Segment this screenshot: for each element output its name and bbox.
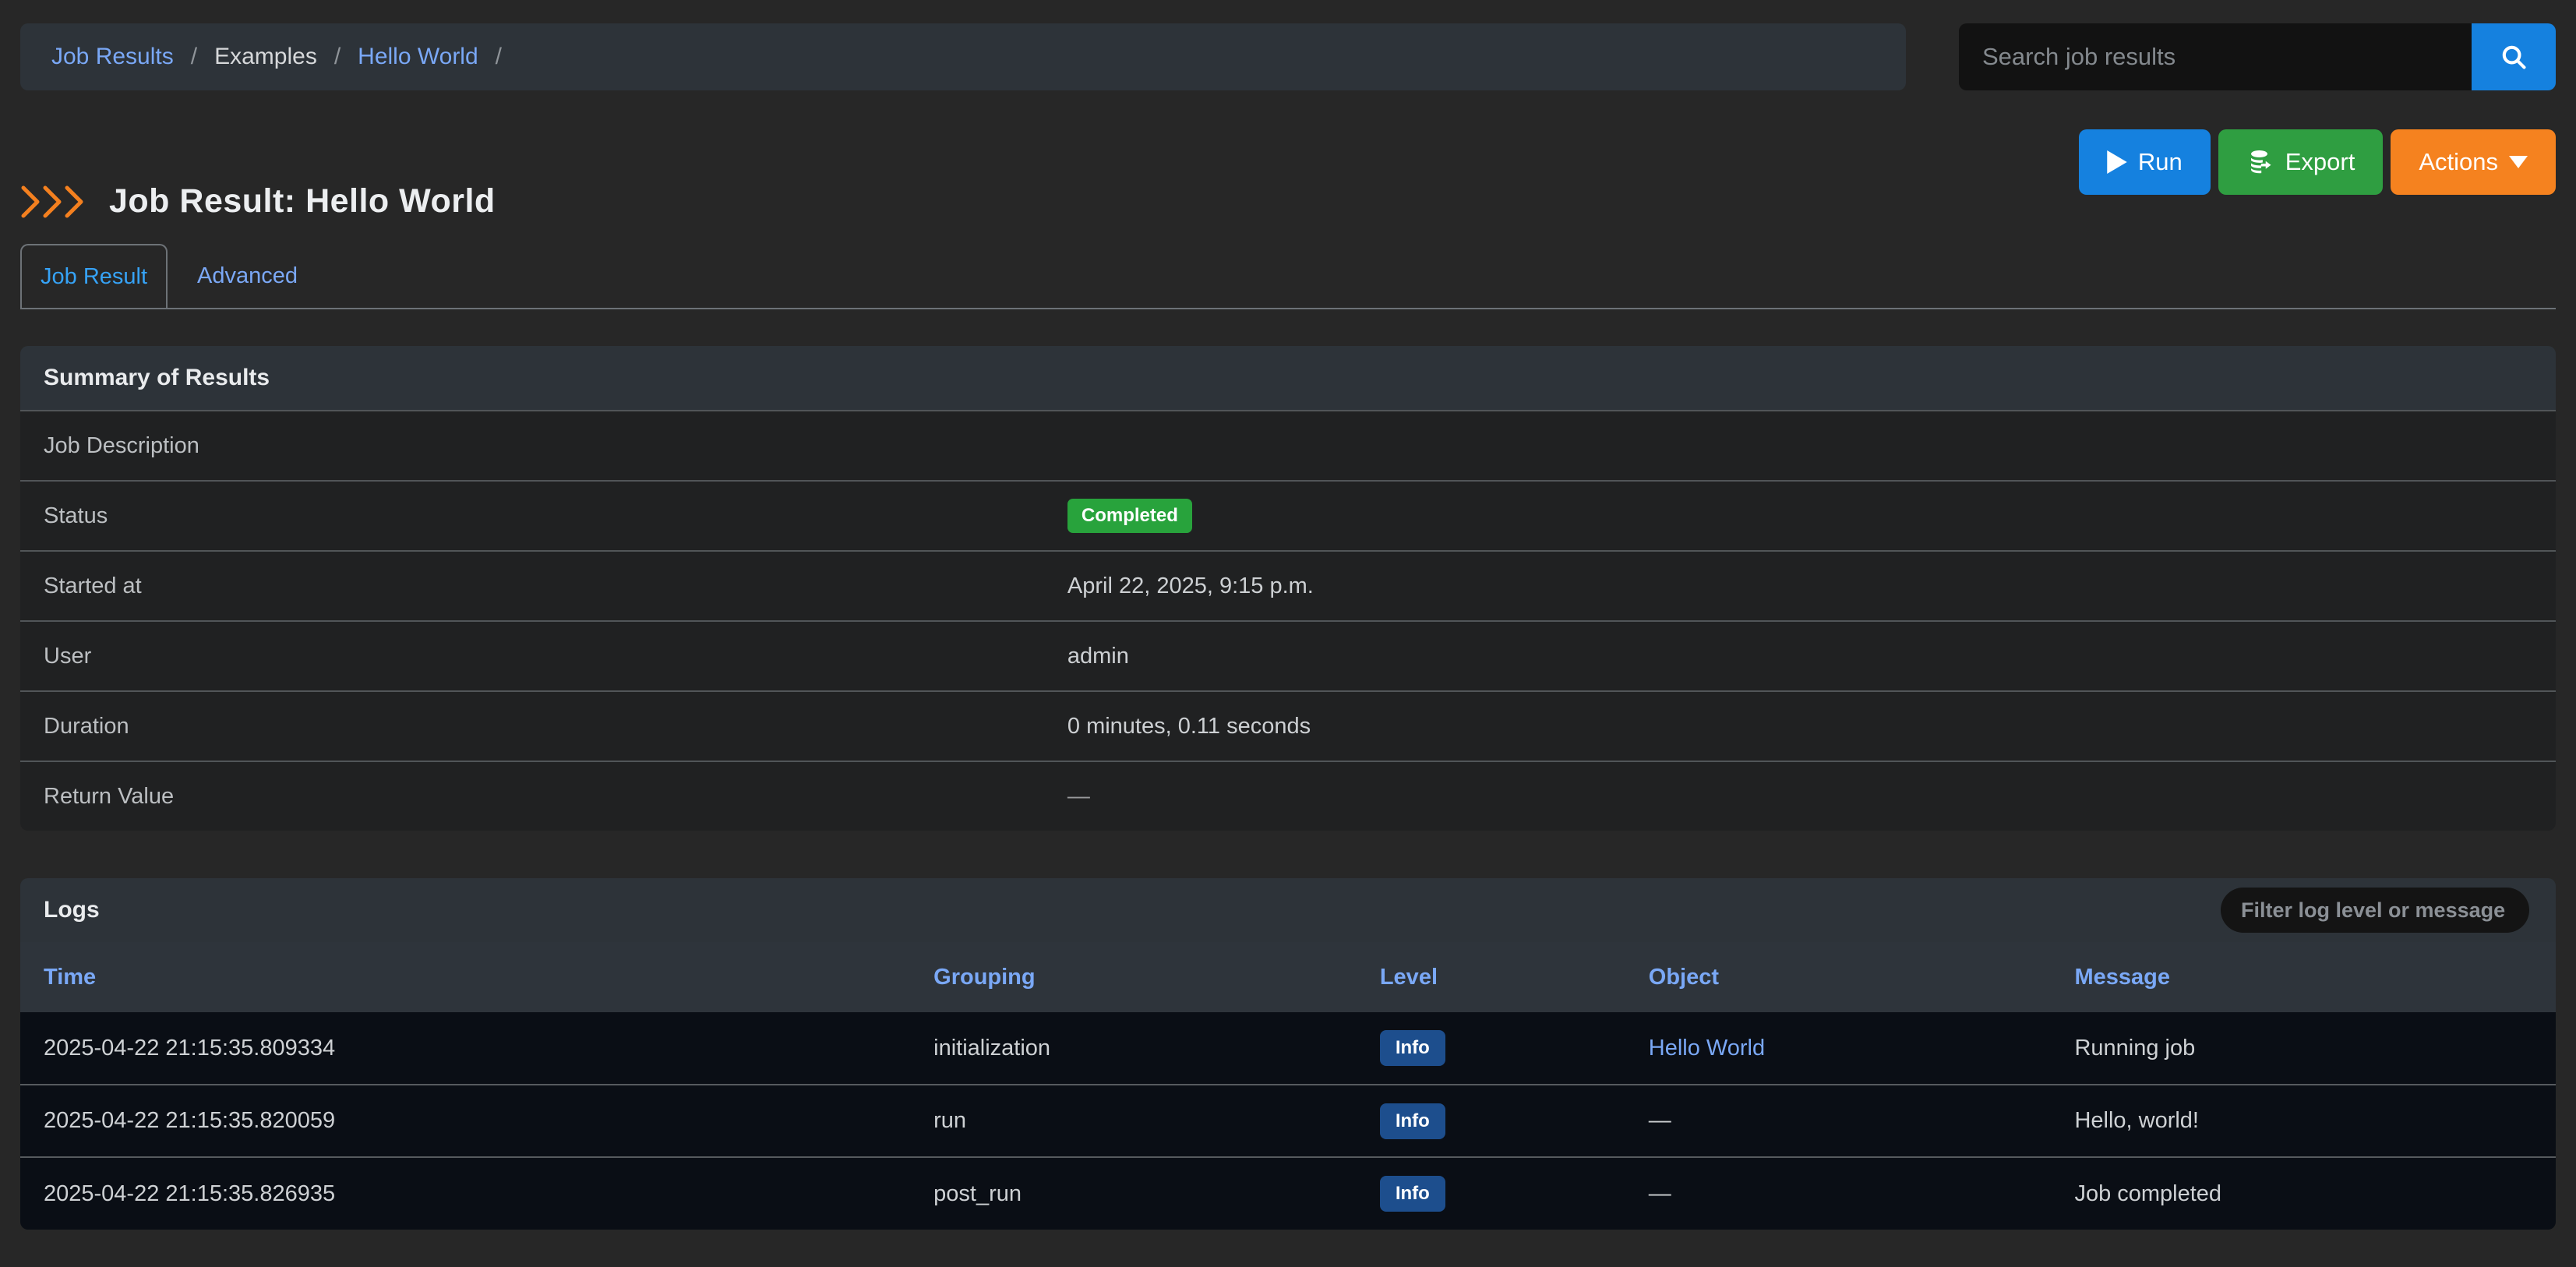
log-level-badge: Info [1380,1030,1445,1066]
summary-label: Started at [20,574,1067,599]
log-object-empty: — [1625,1157,2052,1230]
logs-card: Logs Time Grouping Level Object Message … [20,878,2556,1230]
log-message: Hello, world! [2051,1085,2556,1157]
export-button[interactable]: Export [2218,129,2384,195]
run-button[interactable]: Run [2079,129,2211,195]
log-grouping: initialization [910,1012,1357,1085]
summary-value: — [1067,784,2556,810]
breadcrumb-job-results[interactable]: Job Results [51,44,174,70]
summary-label: Duration [20,714,1067,739]
summary-row-job-description: Job Description [20,410,2556,480]
summary-row-duration: Duration 0 minutes, 0.11 seconds [20,690,2556,761]
logs-card-header: Logs [20,878,2556,942]
summary-value: April 22, 2025, 9:15 p.m. [1067,574,2556,599]
log-message: Job completed [2051,1157,2556,1230]
summary-value: admin [1067,644,2556,669]
summary-row-started-at: Started at April 22, 2025, 9:15 p.m. [20,550,2556,620]
logs-table: Time Grouping Level Object Message 2025-… [20,942,2556,1230]
summary-card-title: Summary of Results [44,365,270,391]
log-message: Running job [2051,1012,2556,1085]
log-filter-input[interactable] [2221,888,2529,933]
log-time: 2025-04-22 21:15:35.826935 [20,1157,910,1230]
sort-column-grouping[interactable]: Grouping [933,965,1035,990]
summary-label: Status [20,503,1067,529]
sort-column-message[interactable]: Message [2074,965,2170,990]
tab-advanced[interactable]: Advanced [178,244,316,308]
page-title: Job Result: Hello World [109,182,496,221]
status-badge: Completed [1067,499,1192,533]
summary-value: 0 minutes, 0.11 seconds [1067,714,2556,739]
run-button-label: Run [2138,148,2183,176]
log-row: 2025-04-22 21:15:35.809334 initializatio… [20,1012,2556,1085]
breadcrumb: Job Results / Examples / Hello World / [20,23,1906,90]
tab-job-result[interactable]: Job Result [20,244,168,308]
job-result-page: Job Results / Examples / Hello World / [0,0,2576,1230]
log-time: 2025-04-22 21:15:35.809334 [20,1012,910,1085]
top-bar: Job Results / Examples / Hello World / [20,23,2556,90]
breadcrumb-separator: / [496,44,502,70]
summary-of-results-card: Summary of Results Job Description Statu… [20,346,2556,831]
breadcrumb-examples: Examples [214,44,317,70]
nautobot-logo-icon [20,185,87,219]
log-object-empty: — [1625,1085,2052,1157]
search-icon [2499,42,2528,72]
log-object-link[interactable]: Hello World [1649,1036,1765,1061]
summary-value: Completed [1067,499,2556,533]
summary-label: User [20,644,1067,669]
log-level-badge: Info [1380,1176,1445,1212]
sort-column-object[interactable]: Object [1649,965,1719,990]
sort-column-time[interactable]: Time [44,965,96,990]
database-export-icon [2246,148,2274,176]
breadcrumb-hello-world[interactable]: Hello World [358,44,478,70]
summary-row-return-value: Return Value — [20,761,2556,831]
summary-row-status: Status Completed [20,480,2556,550]
summary-label: Job Description [20,433,1067,459]
caret-down-icon [2509,156,2528,168]
logs-table-header-row: Time Grouping Level Object Message [20,942,2556,1012]
log-grouping: post_run [910,1157,1357,1230]
logs-card-title: Logs [44,897,100,923]
log-level-badge: Info [1380,1103,1445,1139]
log-time: 2025-04-22 21:15:35.820059 [20,1085,910,1157]
search-bar [1959,23,2556,90]
log-row: 2025-04-22 21:15:35.826935 post_run Info… [20,1157,2556,1230]
sort-column-level[interactable]: Level [1380,965,1438,990]
summary-label: Return Value [20,784,1067,810]
breadcrumb-separator: / [191,44,197,70]
summary-card-header: Summary of Results [20,346,2556,410]
actions-dropdown-button[interactable]: Actions [2391,129,2556,195]
breadcrumb-separator: / [334,44,341,70]
log-row: 2025-04-22 21:15:35.820059 run Info — He… [20,1085,2556,1157]
actions-button-label: Actions [2419,148,2498,176]
log-grouping: run [910,1085,1357,1157]
export-button-label: Export [2285,148,2355,176]
play-icon [2107,150,2127,174]
search-button[interactable] [2472,23,2556,90]
search-input[interactable] [1959,23,2472,90]
summary-row-user: User admin [20,620,2556,690]
tab-bar: Job Result Advanced [20,244,2556,309]
